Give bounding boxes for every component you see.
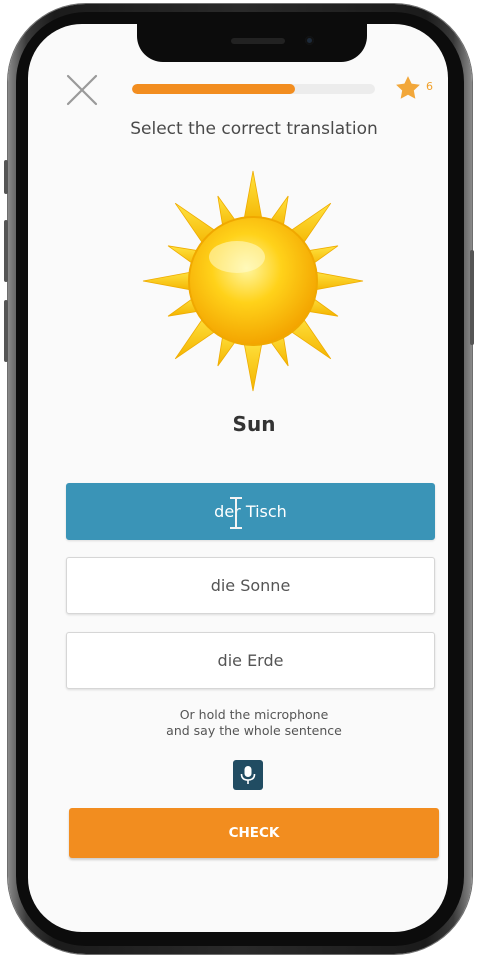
phone-volume-down	[4, 300, 8, 362]
microphone-icon	[240, 766, 256, 784]
phone-notch	[137, 24, 367, 62]
microphone-hint: Or hold the microphone and say the whole…	[28, 707, 448, 739]
sun-image	[141, 169, 365, 393]
close-button[interactable]	[64, 72, 102, 110]
sun-ray	[242, 337, 264, 392]
star-count: 6	[426, 80, 433, 93]
answer-option-1[interactable]: der Tisch	[66, 483, 435, 540]
exercise-prompt: Select the correct translation	[130, 119, 378, 139]
answer-option-2-label: die Sonne	[210, 576, 291, 595]
star-score: 6	[394, 74, 444, 104]
microphone-hint-line-2: and say the whole sentence	[166, 723, 342, 738]
answer-option-1-label: der Tisch	[214, 502, 287, 521]
star-icon	[396, 76, 420, 99]
sun-ray	[142, 270, 197, 292]
sun-illustration	[142, 170, 364, 392]
phone-silent-switch	[4, 160, 8, 194]
phone-volume-up	[4, 220, 8, 282]
answer-option-3-label: die Erde	[217, 651, 284, 670]
lesson-progress-bar	[132, 84, 375, 94]
answer-option-2[interactable]: die Sonne	[66, 557, 435, 614]
source-word: Sun	[232, 412, 276, 436]
sun-highlight	[209, 241, 265, 273]
phone-power-button	[470, 250, 474, 345]
app-screen: 6 Select the correct translation Sun der	[28, 24, 448, 932]
microphone-button[interactable]	[233, 760, 263, 790]
sun-ray	[309, 270, 364, 292]
close-icon	[66, 74, 98, 106]
check-button[interactable]: CHECK	[69, 808, 439, 858]
front-camera	[305, 36, 314, 45]
microphone-hint-line-1: Or hold the microphone	[179, 707, 329, 722]
sun-ray	[242, 170, 264, 225]
earpiece-speaker	[231, 38, 285, 44]
answer-option-3[interactable]: die Erde	[66, 632, 435, 689]
text-cursor-icon	[230, 497, 242, 529]
lesson-progress-fill	[132, 84, 295, 94]
sun-disc	[188, 216, 318, 346]
